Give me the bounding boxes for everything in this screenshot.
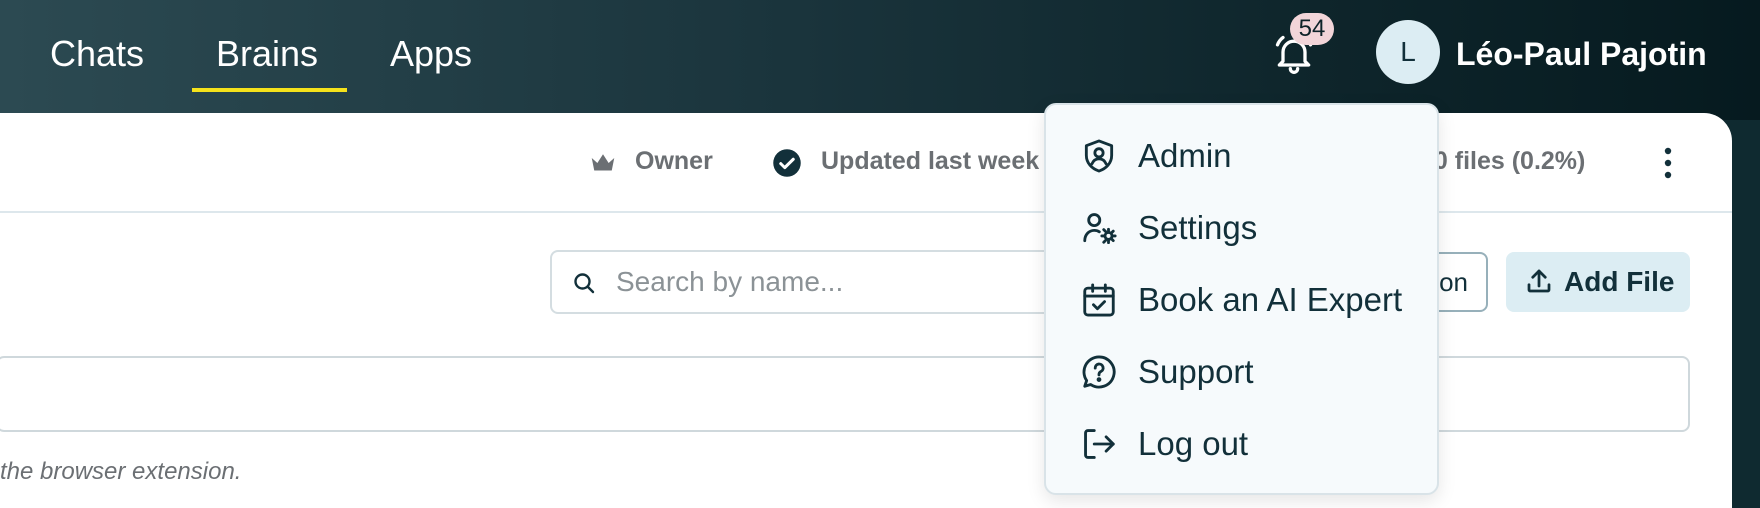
- user-menu-dropdown: Admin Settings Book an AI Expert Support: [1044, 103, 1439, 495]
- menu-item-label: Book an AI Expert: [1138, 281, 1403, 318]
- owner-label: Owner: [635, 147, 713, 175]
- search-box: [550, 250, 1070, 314]
- menu-item-label: Support: [1138, 353, 1254, 390]
- menu-item-label: Log out: [1138, 425, 1249, 462]
- tab-chats[interactable]: Chats: [50, 32, 144, 76]
- search-input[interactable]: [616, 262, 1056, 302]
- brain-panel: Owner Updated last week 00 files (0.2%) …: [0, 113, 1732, 508]
- menu-item-admin[interactable]: Admin: [1046, 123, 1437, 187]
- avatar[interactable]: L: [1376, 20, 1440, 84]
- add-file-label: Add File: [1564, 266, 1675, 297]
- user-name[interactable]: Léo-Paul Pajotin: [1456, 34, 1707, 74]
- menu-item-book-expert[interactable]: Book an AI Expert: [1046, 267, 1437, 331]
- menu-item-label: Settings: [1138, 209, 1258, 246]
- check-circle-icon: [773, 149, 801, 177]
- user-settings-icon: [1083, 213, 1117, 244]
- menu-item-support[interactable]: Support: [1046, 339, 1437, 403]
- menu-item-label: Admin: [1138, 137, 1232, 174]
- top-navigation-bar: Chats Brains Apps 54 L Léo-Paul Pajotin: [0, 0, 1760, 120]
- notification-count-badge: 54: [1290, 13, 1334, 45]
- more-options-icon[interactable]: [1662, 143, 1674, 183]
- search-icon: [574, 273, 595, 294]
- menu-item-logout[interactable]: Log out: [1046, 411, 1437, 475]
- brain-meta-row: Owner Updated last week 00 files (0.2%): [0, 113, 1732, 213]
- tab-apps[interactable]: Apps: [390, 32, 472, 76]
- helper-text: the browser extension.: [0, 458, 242, 485]
- help-chat-icon: [1082, 355, 1116, 389]
- shield-user-icon: [1084, 139, 1114, 173]
- updated-label: Updated last week: [821, 147, 1040, 175]
- upload-icon: [1527, 269, 1551, 293]
- tab-brains[interactable]: Brains: [216, 32, 318, 76]
- menu-item-settings[interactable]: Settings: [1046, 195, 1437, 259]
- active-tab-indicator: [192, 88, 347, 92]
- calendar-check-icon: [1083, 283, 1115, 317]
- crown-icon: [591, 154, 615, 171]
- logout-icon: [1084, 429, 1115, 459]
- add-file-button[interactable]: Add File: [1506, 252, 1690, 312]
- files-usage-label: 00 files (0.2%): [1420, 147, 1586, 175]
